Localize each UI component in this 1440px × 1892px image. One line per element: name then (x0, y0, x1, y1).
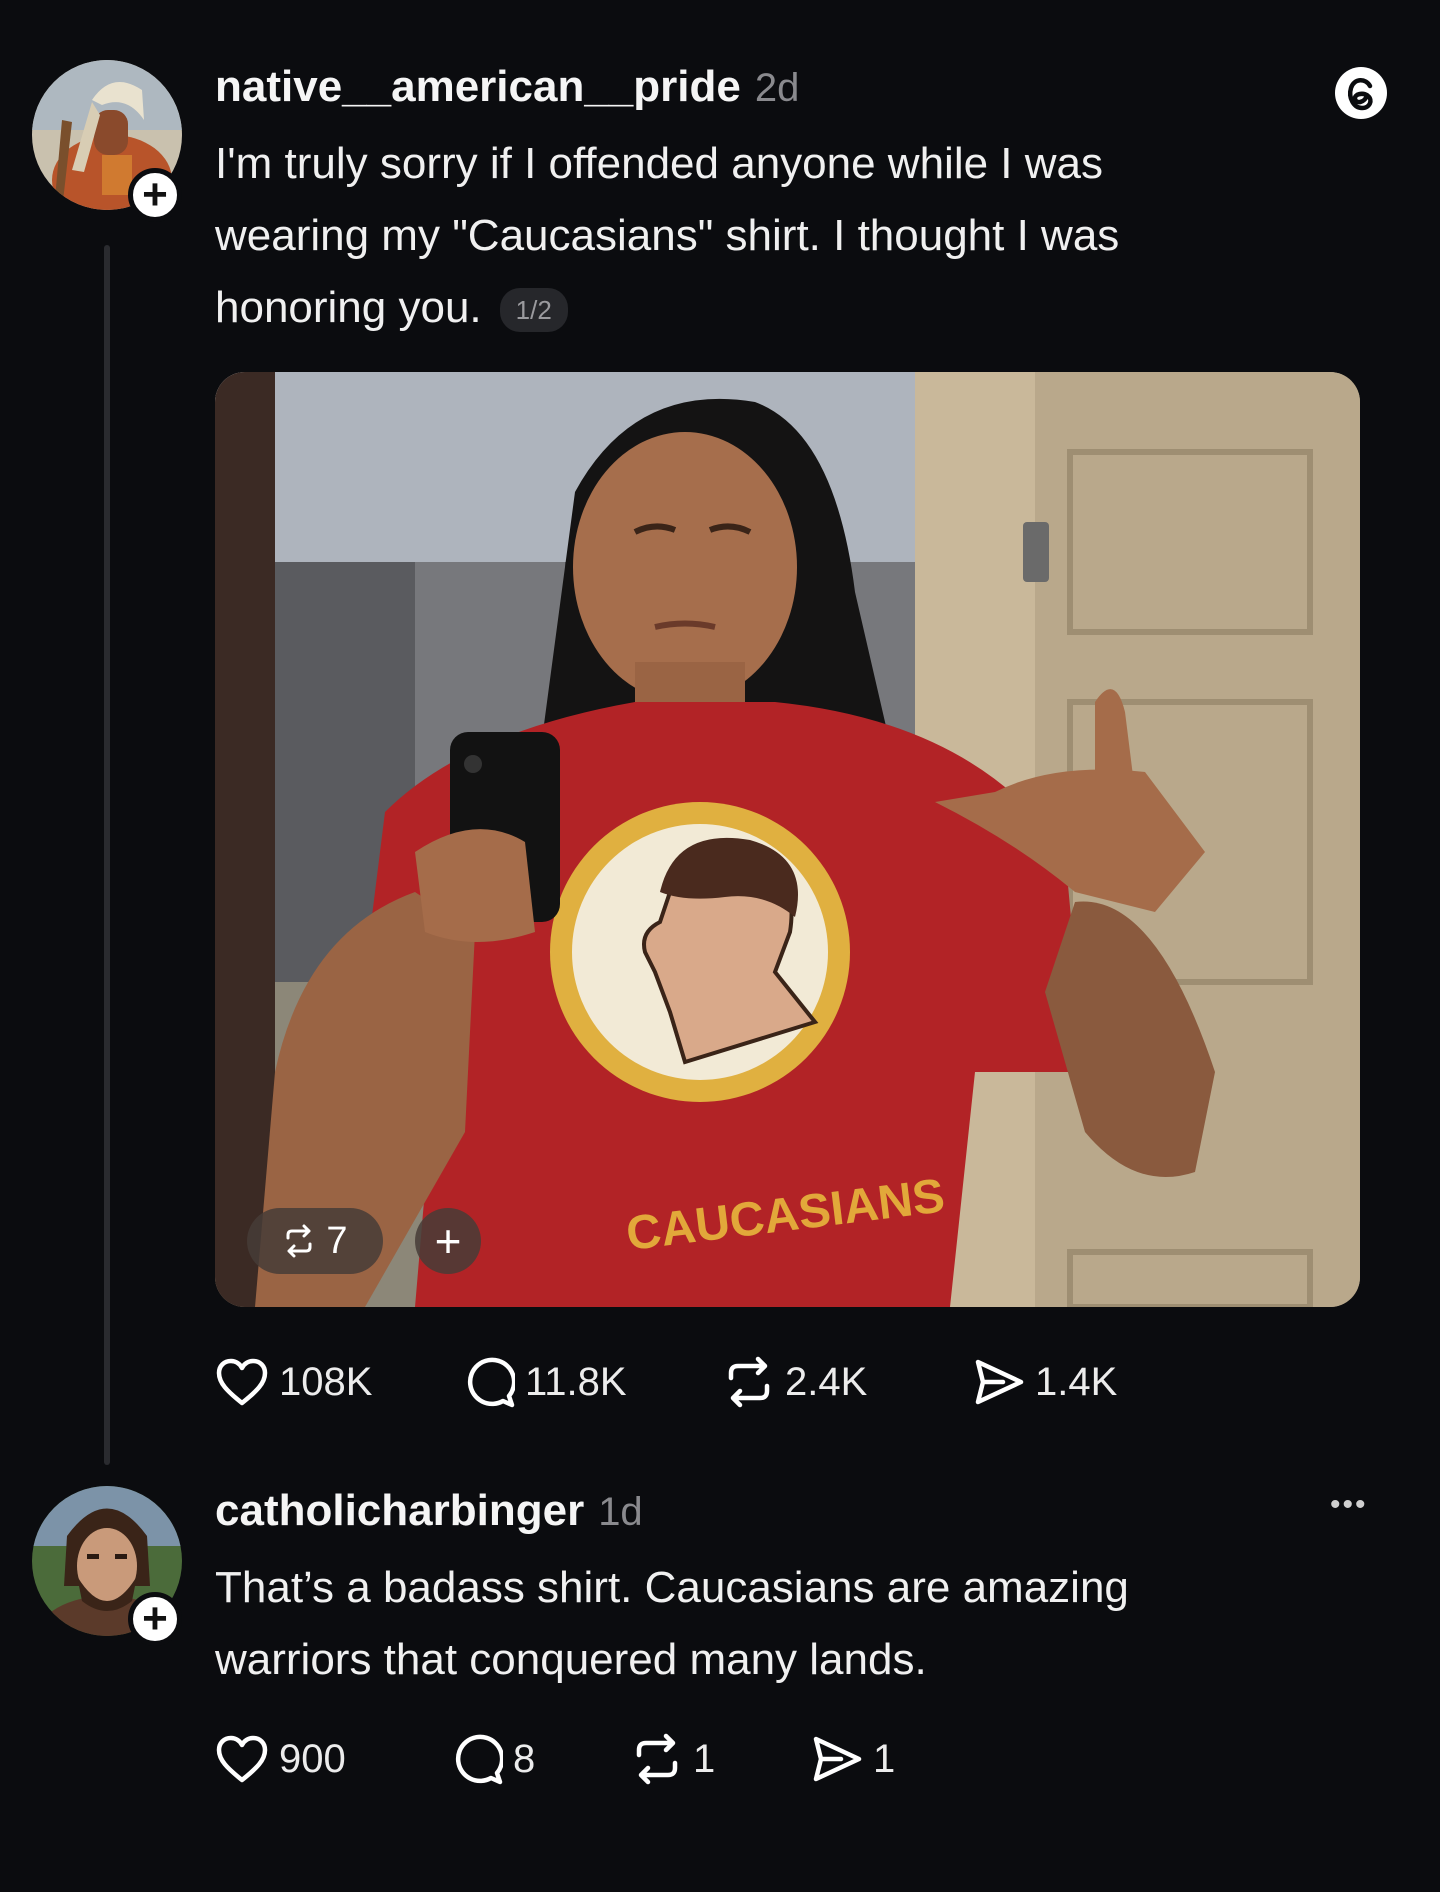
share-count: 1 (873, 1736, 896, 1781)
like-button[interactable]: 900 (215, 1734, 451, 1784)
repost-count: 1 (693, 1736, 716, 1781)
send-icon (813, 1736, 862, 1782)
reply-timestamp: 1d (598, 1490, 643, 1534)
reply-button[interactable]: 8 (451, 1733, 631, 1785)
shirt-logo (550, 802, 850, 1102)
media-repost-count: 7 (326, 1219, 348, 1262)
post-header: native__american__pride 2d (215, 62, 799, 112)
like-count: 108K (279, 1359, 373, 1404)
post-actions: 108K 11.8K 2.4K 1.4K (215, 1356, 1117, 1408)
reply-username[interactable]: catholicharbinger (215, 1486, 584, 1536)
threads-logo-icon[interactable] (1332, 64, 1390, 127)
post-timestamp: 2d (754, 66, 800, 110)
repost-icon (636, 1733, 678, 1785)
reply-count: 11.8K (525, 1359, 627, 1404)
post-text-line: honoring you. 1/2 (215, 272, 1315, 344)
repost-icon (286, 1224, 312, 1258)
thread-connector-line (104, 245, 110, 1465)
post-text-line: I'm truly sorry if I offended anyone whi… (215, 139, 1103, 188)
follow-button[interactable]: + (128, 168, 182, 222)
media-add-button[interactable]: + (415, 1208, 481, 1274)
reply-text: That’s a badass shirt. Caucasians are am… (215, 1552, 1315, 1696)
reply-text-line: warriors that conquered many lands. (215, 1635, 927, 1684)
reply-count: 8 (513, 1736, 536, 1781)
more-options-button[interactable]: ••• (1330, 1488, 1368, 1522)
comment-icon (455, 1734, 503, 1785)
reply-actions: 900 8 1 1 (215, 1733, 895, 1785)
post-image[interactable]: CAUCASIANS 7 + (215, 372, 1360, 1307)
repost-button[interactable]: 1 (631, 1733, 811, 1785)
reply-button[interactable]: 11.8K (463, 1356, 723, 1408)
follow-button[interactable]: + (128, 1592, 182, 1646)
reply-header: catholicharbinger 1d (215, 1486, 643, 1536)
post-text: I'm truly sorry if I offended anyone whi… (215, 128, 1315, 344)
heart-icon (216, 1735, 268, 1783)
repost-count: 2.4K (785, 1359, 868, 1404)
media-repost-chip[interactable]: 7 (247, 1208, 383, 1274)
heart-icon (216, 1358, 268, 1406)
repost-icon (728, 1356, 770, 1408)
repost-button[interactable]: 2.4K (723, 1356, 973, 1408)
post-text-line: wearing my "Caucasians" shirt. I thought… (215, 211, 1120, 260)
like-count: 900 (279, 1736, 346, 1781)
send-icon (975, 1359, 1024, 1405)
share-button[interactable]: 1 (811, 1733, 895, 1785)
share-count: 1.4K (1035, 1359, 1118, 1404)
share-button[interactable]: 1.4K (973, 1356, 1117, 1408)
post-username[interactable]: native__american__pride (215, 62, 741, 112)
comment-icon (467, 1357, 515, 1408)
page-indicator: 1/2 (499, 288, 568, 333)
like-button[interactable]: 108K (215, 1357, 463, 1407)
reply-text-line: That’s a badass shirt. Caucasians are am… (215, 1563, 1129, 1612)
